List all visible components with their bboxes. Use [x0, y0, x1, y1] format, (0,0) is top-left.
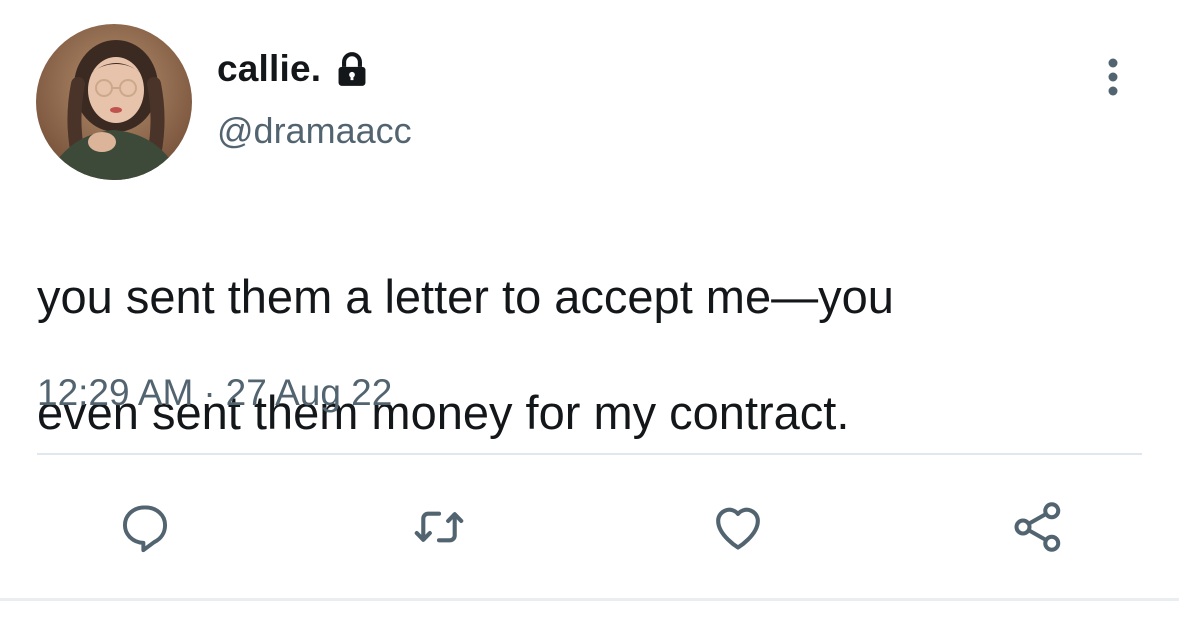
retweet-icon: [414, 511, 464, 543]
tweet-date: 27 Aug 22: [225, 372, 393, 413]
display-name[interactable]: callie.: [217, 48, 321, 90]
avatar-image: [36, 24, 192, 180]
tweet-text: you sent them a letter to accept me—you …: [37, 210, 1147, 500]
bottom-border: [0, 598, 1179, 601]
user-header: callie.: [217, 44, 371, 94]
share-button[interactable]: [1003, 492, 1073, 562]
user-handle[interactable]: @dramaacc: [217, 110, 412, 152]
share-icon: [1014, 502, 1061, 552]
like-button[interactable]: [703, 492, 773, 562]
more-vertical-icon: [1108, 58, 1118, 96]
avatar[interactable]: [36, 24, 192, 180]
divider: [37, 453, 1142, 455]
like-icon: [716, 507, 760, 550]
lock-icon: [333, 51, 371, 89]
tweet-card: callie. @dramaacc you sent them a letter…: [0, 0, 1179, 618]
tweet-text-line: you sent them a letter to accept me—you: [37, 270, 894, 323]
more-options-button[interactable]: [1093, 52, 1133, 102]
action-bar: [0, 492, 1179, 562]
reply-button[interactable]: [110, 492, 180, 562]
timestamp-separator: ·: [203, 372, 216, 413]
retweet-button[interactable]: [404, 492, 474, 562]
tweet-time: 12:29 AM: [37, 372, 194, 413]
tweet-timestamp[interactable]: 12:29 AM · 27 Aug 22: [37, 372, 392, 414]
reply-icon: [122, 505, 168, 553]
